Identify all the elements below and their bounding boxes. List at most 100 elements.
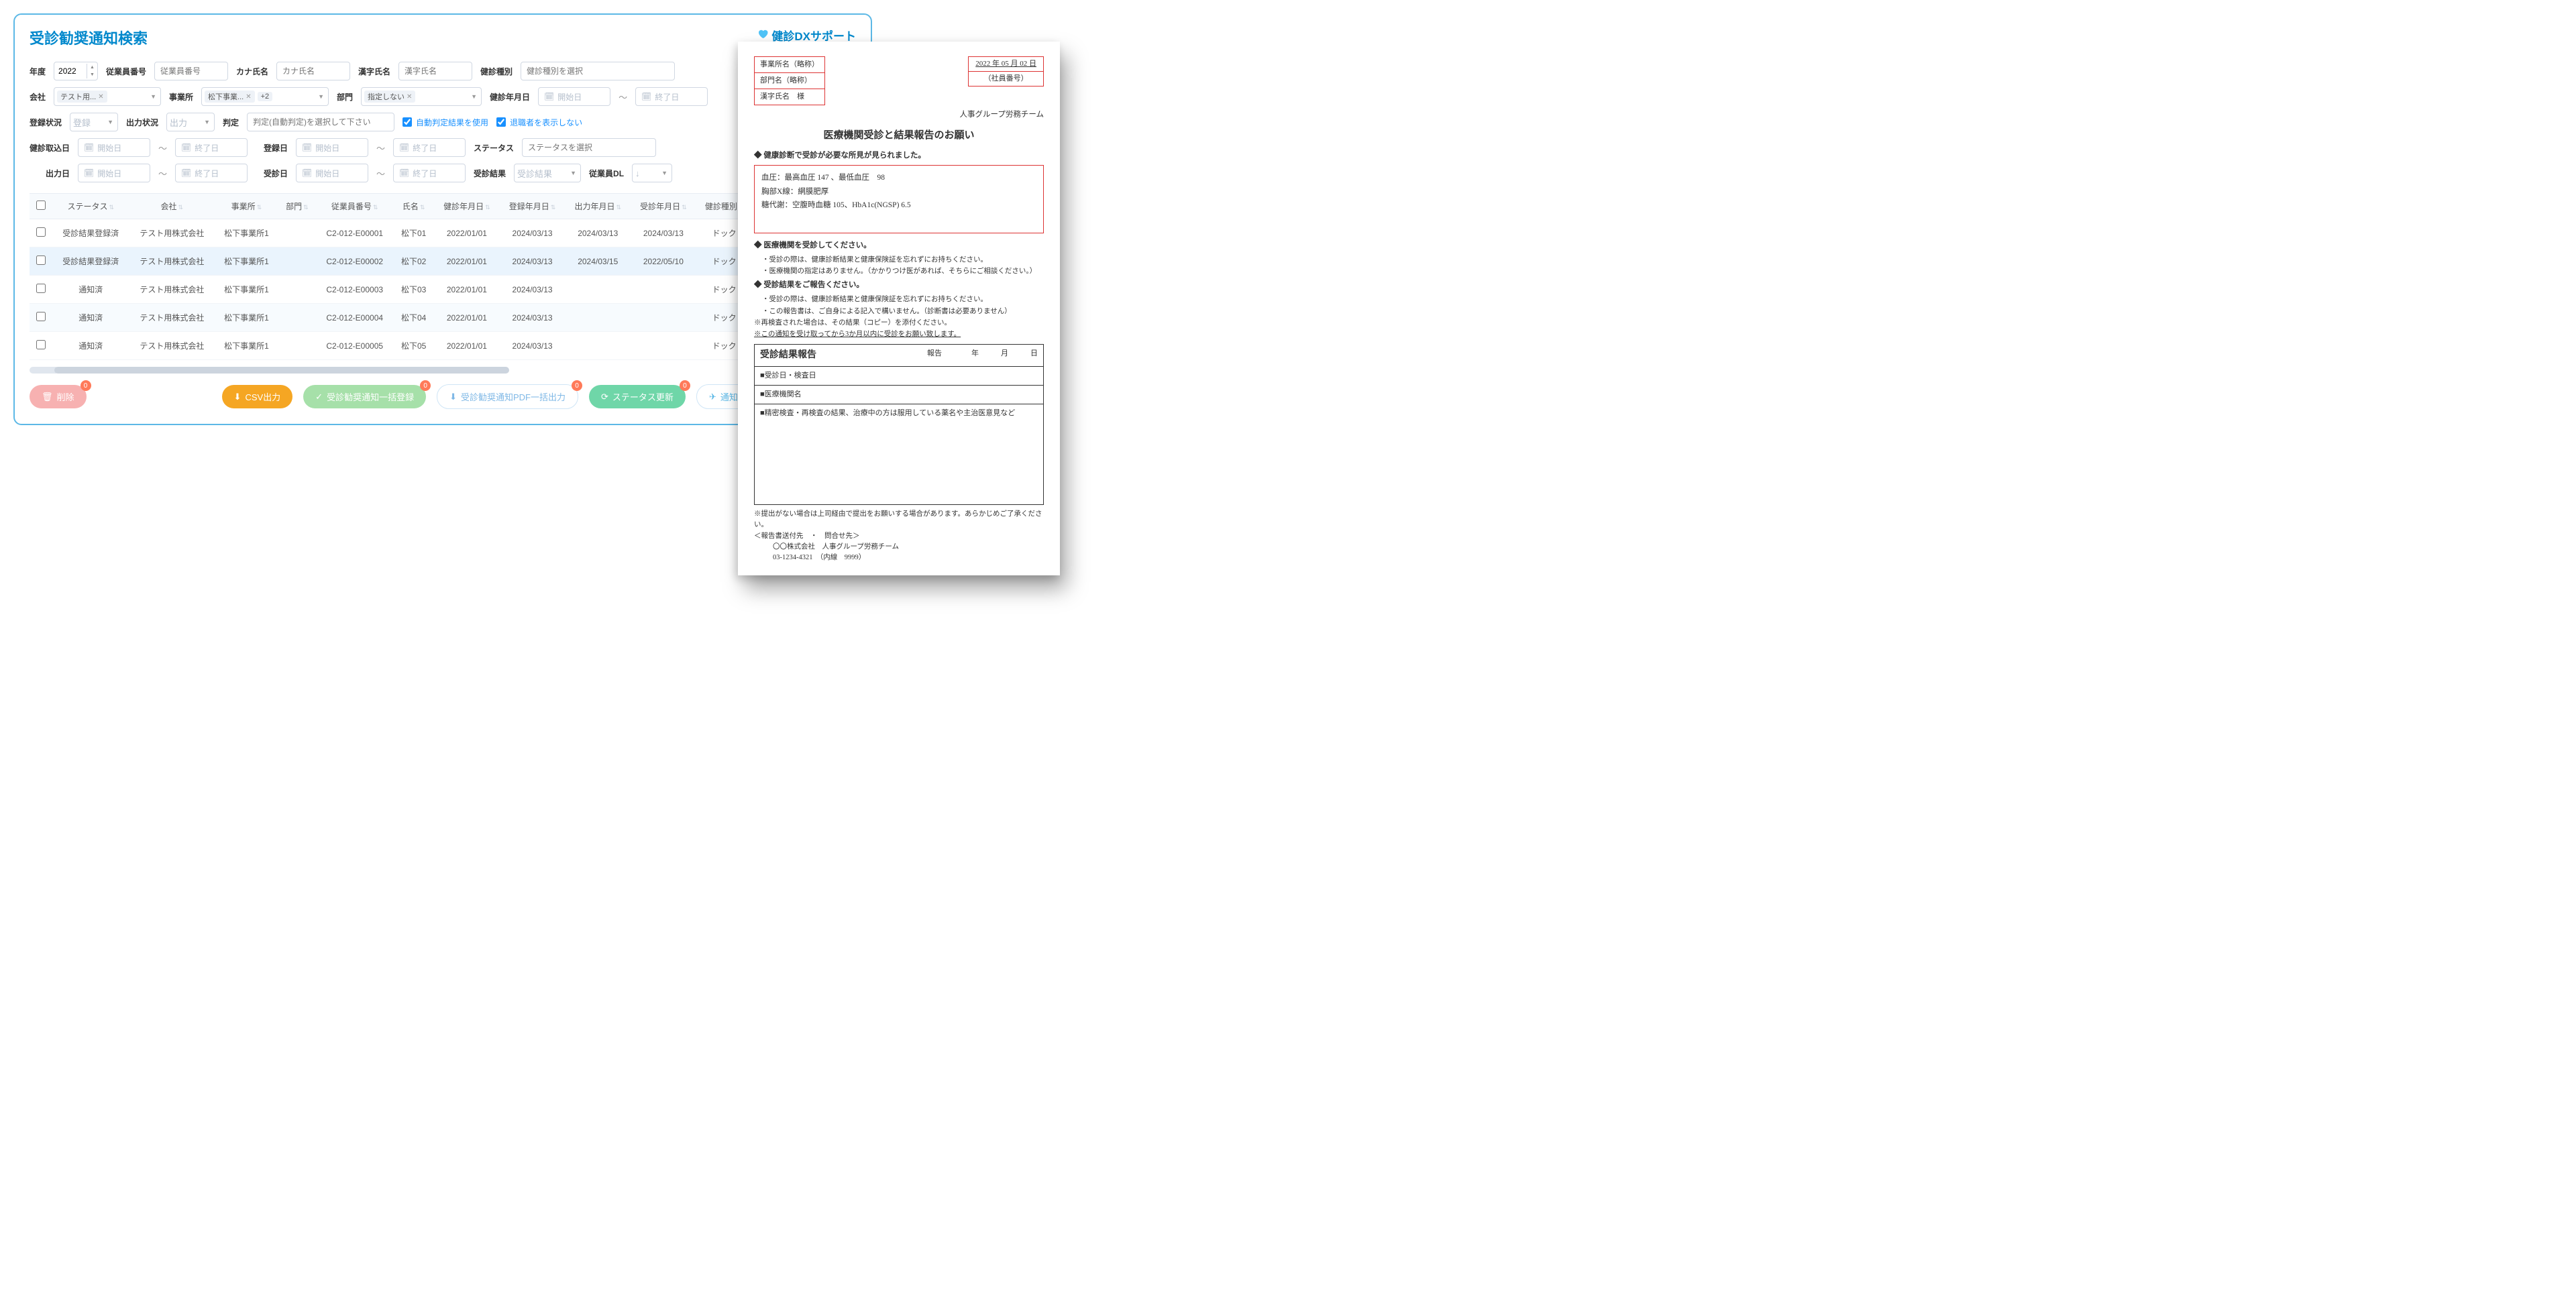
row-checkbox[interactable] — [36, 340, 46, 349]
cell-name: 松下02 — [393, 247, 434, 276]
column-header[interactable]: 氏名⇅ — [393, 194, 434, 219]
column-header[interactable]: 事業所⇅ — [215, 194, 278, 219]
row-checkbox[interactable] — [36, 284, 46, 293]
auto-judge-checkbox[interactable]: 自動判定結果を使用 — [402, 117, 488, 128]
sort-icon[interactable]: ⇅ — [109, 204, 115, 211]
type-select[interactable] — [521, 62, 675, 80]
empdl-select[interactable]: ↓▼ — [632, 164, 672, 182]
table-row[interactable]: 通知済テスト用株式会社松下事業所1C2-012-E00003松下032022/0… — [30, 276, 856, 304]
status-update-button[interactable]: ⟳ステータス更新0 — [589, 385, 686, 408]
table-row[interactable]: 受診結果登録済テスト用株式会社松下事業所1C2-012-E00001松下0120… — [30, 219, 856, 247]
kana-label: カナ氏名 — [236, 66, 268, 77]
close-icon[interactable]: ✕ — [246, 93, 251, 101]
column-header[interactable]: 出力年月日⇅ — [565, 194, 631, 219]
out-end-date[interactable]: 🗓終了日 — [175, 164, 248, 182]
table-row[interactable]: 受診結果登録済テスト用株式会社松下事業所1C2-012-E00002松下0220… — [30, 247, 856, 276]
csv-export-button[interactable]: ⬇CSV出力 — [222, 385, 293, 408]
type-label: 健診種別 — [480, 66, 513, 77]
reg-end-date[interactable]: 🗓終了日 — [393, 138, 466, 157]
reg-status-label: 登録状況 — [30, 117, 62, 128]
kana-input[interactable] — [276, 62, 350, 80]
bulk-register-button[interactable]: ✓受診勧奨通知一括登録0 — [303, 385, 426, 408]
sort-icon[interactable]: ⇅ — [682, 204, 687, 211]
cell-visit — [631, 276, 696, 304]
chevron-down-icon[interactable]: ▼ — [87, 71, 97, 78]
reg-status-select[interactable]: 登録▼ — [70, 113, 118, 131]
chevron-down-icon[interactable]: ▼ — [318, 93, 324, 100]
cell-exam: 2022/01/01 — [434, 247, 500, 276]
cell-company: テスト用株式会社 — [129, 276, 215, 304]
reg-start-date[interactable]: 🗓開始日 — [296, 138, 368, 157]
column-header[interactable]: 従業員番号⇅ — [316, 194, 393, 219]
chevron-down-icon[interactable]: ▼ — [661, 170, 667, 176]
sort-icon[interactable]: ⇅ — [616, 204, 621, 211]
visit-start-date[interactable]: 🗓開始日 — [296, 164, 368, 182]
table-row[interactable]: 通知済テスト用株式会社松下事業所1C2-012-E00005松下052022/0… — [30, 332, 856, 360]
horizontal-scrollbar[interactable] — [30, 367, 856, 374]
column-header[interactable]: 登録年月日⇅ — [500, 194, 566, 219]
column-header[interactable]: 受診年月日⇅ — [631, 194, 696, 219]
cell-dept — [278, 247, 317, 276]
cell-reg: 2024/03/13 — [500, 304, 566, 332]
dept-select[interactable]: 指定しない✕▼ — [361, 87, 482, 106]
column-header[interactable]: 健診年月日⇅ — [434, 194, 500, 219]
sort-icon[interactable]: ⇅ — [303, 204, 309, 211]
sort-icon[interactable]: ⇅ — [420, 204, 425, 211]
sort-icon[interactable]: ⇅ — [257, 204, 262, 211]
office-select[interactable]: 松下事業...✕+2▼ — [201, 87, 329, 106]
out-start-date[interactable]: 🗓開始日 — [78, 164, 150, 182]
visit-end-date[interactable]: 🗓終了日 — [393, 164, 466, 182]
download-icon: ⬇ — [234, 392, 241, 402]
chevron-down-icon[interactable]: ▼ — [107, 119, 113, 125]
table-row[interactable]: 通知済テスト用株式会社松下事業所1C2-012-E00004松下042022/0… — [30, 304, 856, 332]
sort-icon[interactable]: ⇅ — [485, 204, 490, 211]
address-box: 事業所名（略称） 部門名（略称） 漢字氏名 様 — [754, 56, 825, 105]
exam-end-date[interactable]: 🗓終了日 — [635, 87, 708, 106]
row-checkbox[interactable] — [36, 227, 46, 237]
sort-icon[interactable]: ⇅ — [551, 204, 556, 211]
status-select[interactable] — [522, 138, 656, 157]
cell-out — [565, 304, 631, 332]
chevron-down-icon[interactable]: ▼ — [570, 170, 576, 176]
visit-result-select[interactable]: 受診結果▼ — [514, 164, 581, 182]
empno-input[interactable] — [154, 62, 228, 80]
row-checkbox[interactable] — [36, 312, 46, 321]
chevron-up-icon[interactable]: ▲ — [87, 64, 97, 71]
exam-date-label: 健診年月日 — [490, 91, 530, 103]
cell-dept — [278, 219, 317, 247]
company-select[interactable]: テスト用...✕▼ — [54, 87, 161, 106]
findings-box: 血圧：最高血圧 147 、最低血圧 98 胸部X線：網膜肥厚 糖代謝：空腹時血糖… — [754, 165, 1044, 233]
chevron-down-icon[interactable]: ▼ — [204, 119, 210, 125]
sort-icon[interactable]: ⇅ — [373, 204, 378, 211]
judge-label: 判定 — [223, 117, 239, 128]
import-start-date[interactable]: 🗓開始日 — [78, 138, 150, 157]
out-status-select[interactable]: 出力▼ — [166, 113, 215, 131]
exam-start-date[interactable]: 🗓開始日 — [538, 87, 610, 106]
row-checkbox[interactable] — [36, 255, 46, 265]
cell-company: テスト用株式会社 — [129, 304, 215, 332]
sort-icon[interactable]: ⇅ — [178, 204, 184, 211]
close-icon[interactable]: ✕ — [98, 93, 103, 101]
delete-button[interactable]: 🗑削除0 — [30, 385, 87, 408]
date-box: 2022 年 05 月 02 日 （社員番号） — [968, 56, 1044, 87]
column-header[interactable]: 会社⇅ — [129, 194, 215, 219]
judge-select[interactable] — [247, 113, 394, 131]
kanji-input[interactable] — [398, 62, 472, 80]
column-header[interactable]: 部門⇅ — [278, 194, 317, 219]
year-input[interactable]: ▲▼ — [54, 62, 98, 80]
column-header[interactable]: ステータス⇅ — [52, 194, 129, 219]
cell-company: テスト用株式会社 — [129, 332, 215, 360]
pdf-export-button[interactable]: ⬇受診勧奨通知PDF一括出力0 — [437, 384, 578, 409]
cell-empno: C2-012-E00001 — [316, 219, 393, 247]
chevron-down-icon[interactable]: ▼ — [150, 93, 156, 100]
select-all-checkbox[interactable] — [36, 201, 46, 210]
chevron-down-icon[interactable]: ▼ — [471, 93, 477, 100]
cell-exam: 2022/01/01 — [434, 219, 500, 247]
close-icon[interactable]: ✕ — [407, 93, 412, 101]
hide-retired-checkbox[interactable]: 退職者を表示しない — [496, 117, 582, 128]
import-end-date[interactable]: 🗓終了日 — [175, 138, 248, 157]
section-3: ◆ 受診結果をご報告ください。 — [754, 280, 1044, 292]
cell-reg: 2024/03/13 — [500, 276, 566, 304]
company-label: 会社 — [30, 91, 46, 103]
status-label: ステータス — [474, 142, 514, 154]
